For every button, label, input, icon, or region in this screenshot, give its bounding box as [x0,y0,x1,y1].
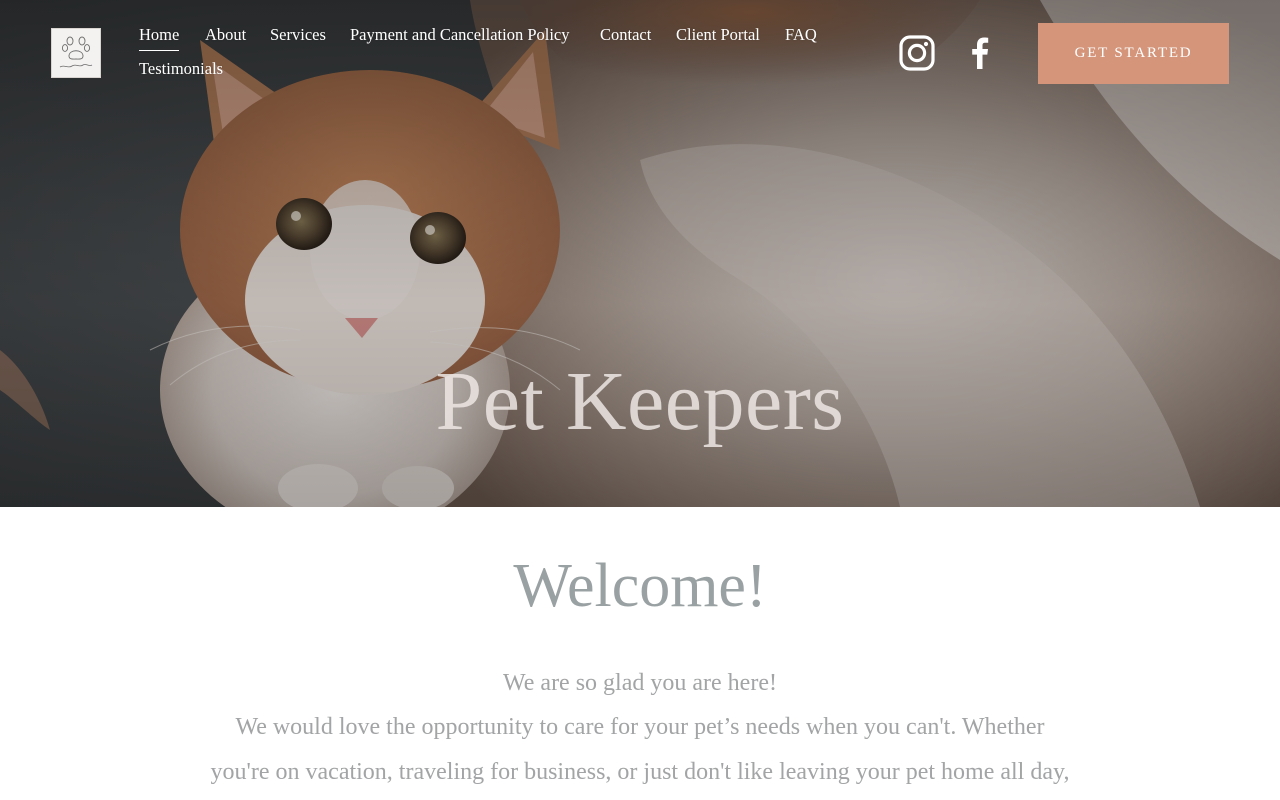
facebook-icon [972,37,989,69]
nav-item-services[interactable]: Services [270,24,326,46]
nav-item-about[interactable]: About [205,24,246,46]
nav-item-home[interactable]: Home [139,24,180,51]
facebook-link[interactable] [962,35,998,71]
nav-item-contact[interactable]: Contact [600,24,651,46]
intro-line: you're on vacation, traveling for busine… [210,759,1070,785]
page: Pet Keepers Home About Services Payment … [0,0,1280,800]
get-started-button[interactable]: GET STARTED [1038,23,1229,84]
intro-line: We are so glad you are here! [503,670,777,696]
intro-line: We would love the opportunity to care fo… [235,714,1045,740]
welcome-heading: Welcome! [513,552,767,620]
paw-logo-icon [59,36,93,68]
nav-item-faq[interactable]: FAQ [785,24,817,46]
site-logo[interactable] [51,28,101,78]
nav-item-testimonials[interactable]: Testimonials [139,58,223,80]
nav-item-payment-and-cancellation-policy[interactable]: Payment and Cancellation Policy [350,24,570,46]
instagram-icon [899,35,935,71]
hero-title: Pet Keepers [435,355,845,448]
nav-item-client-portal[interactable]: Client Portal [676,24,760,46]
instagram-link[interactable] [899,35,935,71]
